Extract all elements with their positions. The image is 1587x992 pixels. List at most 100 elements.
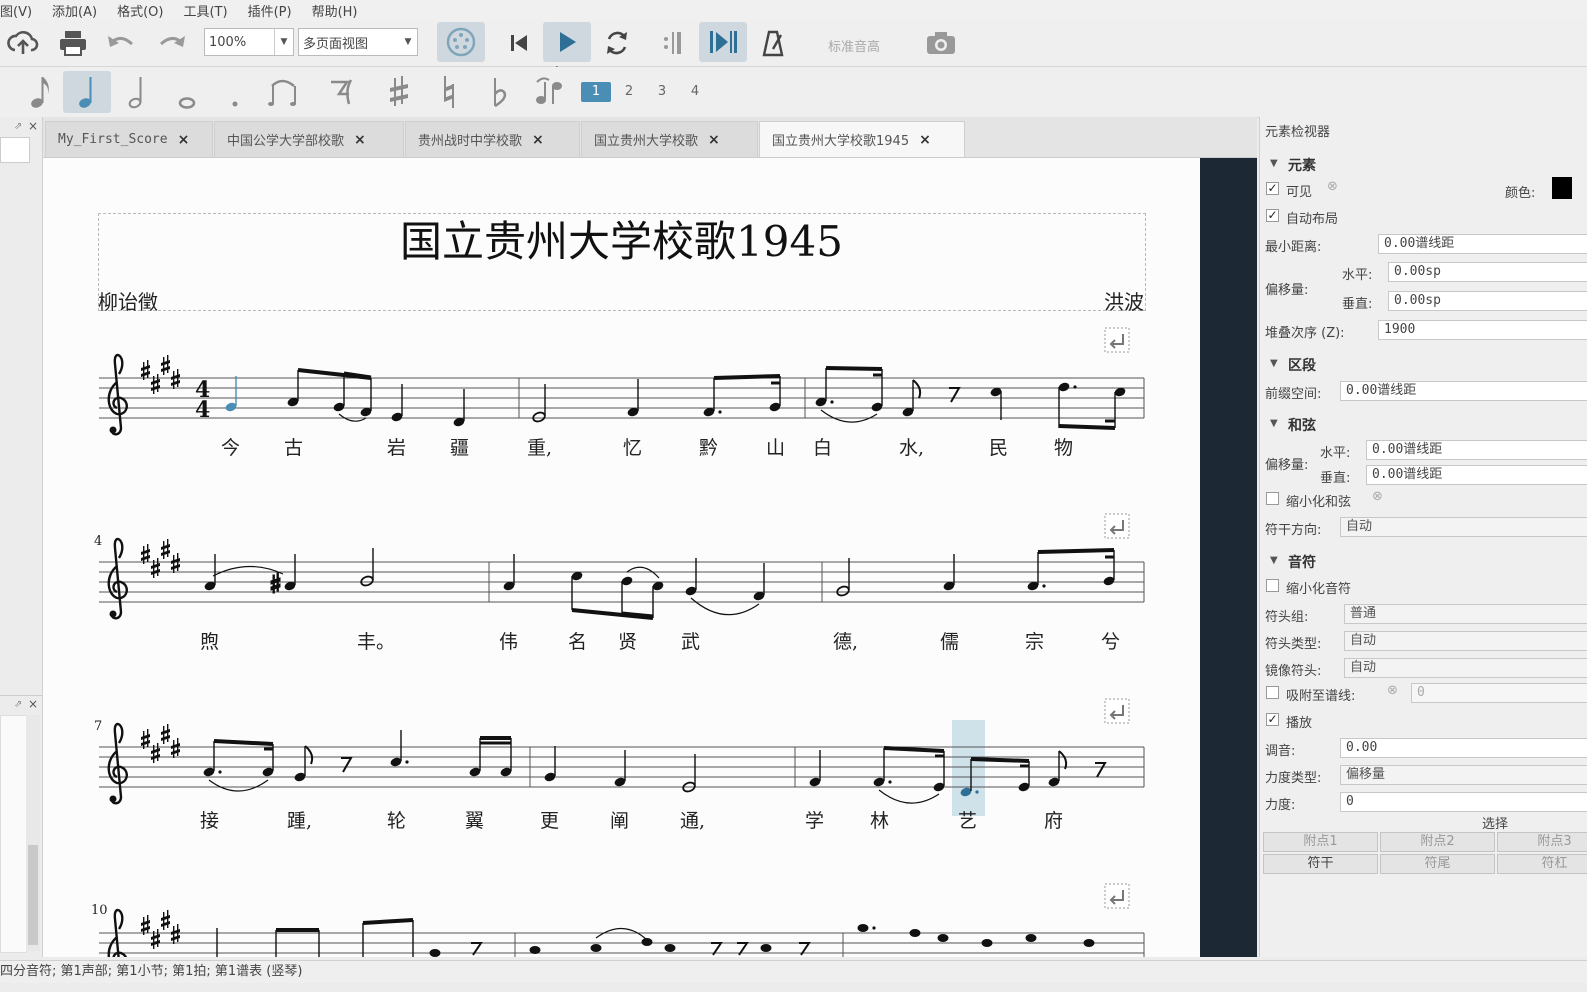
auto-layout-checkbox[interactable]: ✓	[1266, 209, 1279, 222]
loop-icon[interactable]	[600, 26, 634, 60]
collapse-triangle-icon[interactable]: ▼	[1270, 418, 1278, 429]
rewind-icon[interactable]	[502, 26, 536, 60]
vertical-offset-field[interactable]: 0.00sp	[1388, 291, 1587, 311]
tab-guizhou-daxue[interactable]: 国立贵州大学校歌 ×	[581, 121, 758, 157]
metronome-icon[interactable]	[756, 26, 790, 60]
section-element[interactable]: 元素	[1288, 155, 1316, 175]
menu-help[interactable]: 帮助(H)	[312, 1, 358, 20]
leading-space-field[interactable]: 0.00谱线距	[1340, 381, 1587, 401]
augmentation-dot-icon[interactable]	[216, 71, 254, 113]
close-icon[interactable]: ×	[178, 132, 190, 148]
print-icon[interactable]	[56, 26, 90, 60]
palette-list[interactable]	[0, 715, 27, 953]
velocity-type-combo[interactable]: 偏移量	[1340, 765, 1587, 785]
close-icon[interactable]: ×	[28, 119, 38, 133]
undo-icon[interactable]	[104, 26, 138, 60]
camera-icon[interactable]	[924, 26, 958, 60]
tab-zhongguo-gongxue[interactable]: 中国公学大学部校歌 ×	[214, 121, 404, 157]
select-dot3-button[interactable]: 附点3	[1497, 832, 1587, 852]
chord-horizontal-field[interactable]: 0.00谱线距	[1366, 440, 1587, 460]
select-dot1-button[interactable]: 附点1	[1263, 832, 1378, 852]
palette-search-field[interactable]	[0, 137, 30, 163]
snap-to-staff-checkbox[interactable]	[1266, 686, 1279, 699]
pan-score-button[interactable]	[699, 22, 747, 62]
float-icon[interactable]: ⇗	[14, 699, 22, 710]
reset-icon[interactable]: ⊗	[1387, 683, 1398, 698]
flip-direction-icon[interactable]	[530, 71, 570, 113]
tab-guizhou-daxue-1945[interactable]: 国立贵州大学校歌1945 ×	[759, 121, 965, 157]
menu-tools[interactable]: 工具(T)	[183, 1, 227, 20]
tab-my-first-score[interactable]: My_First_Score ×	[45, 121, 213, 157]
chord-horizontal-label: 水平:	[1320, 446, 1351, 461]
color-swatch[interactable]	[1552, 177, 1572, 199]
chord-vertical-field[interactable]: 0.00谱线距	[1366, 465, 1587, 485]
min-distance-field[interactable]: 0.00谱线距	[1378, 234, 1587, 254]
section-note[interactable]: 音符	[1288, 552, 1316, 572]
eighth-note-icon[interactable]	[22, 71, 60, 113]
zoom-combo[interactable]: 100% ▼	[204, 28, 294, 56]
select-hook-button[interactable]: 符尾	[1380, 854, 1495, 874]
section-chord[interactable]: 和弦	[1288, 415, 1316, 435]
score-notation[interactable]: 4 4 4 7 10 今 古 岩 疆 重, 忆 黔 山 白 水, 民 物 煦 丰…	[43, 158, 1200, 957]
stacking-order-field[interactable]: 1900	[1378, 320, 1587, 340]
collapse-triangle-icon[interactable]: ▼	[1270, 555, 1278, 566]
select-stem-button[interactable]: 符干	[1263, 854, 1378, 874]
float-icon[interactable]: ⇗	[14, 121, 22, 132]
collapse-triangle-icon[interactable]: ▼	[1270, 158, 1278, 169]
select-dot2-button[interactable]: 附点2	[1380, 832, 1495, 852]
collapse-triangle-icon[interactable]: ▼	[1270, 358, 1278, 369]
velocity-field[interactable]: 0	[1340, 792, 1587, 812]
view-mode-combo[interactable]: 多页面视图 ▼	[298, 28, 418, 56]
small-chord-checkbox[interactable]	[1266, 492, 1279, 505]
close-icon[interactable]: ×	[354, 132, 366, 148]
head-type-combo[interactable]: 自动	[1344, 631, 1587, 651]
voice-2-button[interactable]: 2	[614, 82, 644, 102]
cloud-upload-icon[interactable]	[6, 26, 40, 60]
whole-note-icon[interactable]	[168, 71, 206, 113]
play-checkbox[interactable]: ✓	[1266, 713, 1279, 726]
menu-plugins[interactable]: 插件(P)	[248, 1, 292, 20]
menu-format[interactable]: 格式(O)	[117, 1, 163, 20]
rest-icon[interactable]	[322, 71, 362, 113]
reset-icon[interactable]: ⊗	[1372, 489, 1383, 504]
play-button[interactable]	[543, 22, 591, 62]
half-note-icon[interactable]	[118, 71, 156, 113]
voice-3-button[interactable]: 3	[647, 82, 677, 102]
tab-guizhou-zhanshi[interactable]: 贵州战时中学校歌 ×	[405, 121, 580, 157]
tab-label: 国立贵州大学校歌1945	[772, 134, 910, 149]
redo-icon[interactable]	[155, 26, 189, 60]
voice-4-button[interactable]: 4	[680, 82, 710, 102]
concert-pitch-toggle[interactable]: 标准音高	[828, 36, 880, 55]
section-segment[interactable]: 区段	[1288, 355, 1316, 375]
small-note-checkbox[interactable]	[1266, 579, 1279, 592]
tuning-field[interactable]: 0.00	[1340, 738, 1587, 758]
close-icon[interactable]: ×	[28, 697, 38, 711]
voice-1-button[interactable]: 1	[581, 82, 611, 102]
chevron-down-icon[interactable]: ▼	[274, 29, 293, 55]
midi-input-button[interactable]	[437, 22, 485, 62]
score-page[interactable]: 国立贵州大学校歌1945 柳诒徵 洪波 4 4 4 7 10 今 古 岩 疆 重…	[43, 158, 1200, 957]
snap-to-staff-field[interactable]: 0	[1411, 683, 1587, 703]
close-icon[interactable]: ×	[919, 132, 931, 148]
reset-icon[interactable]: ⊗	[1327, 179, 1338, 194]
chevron-down-icon[interactable]: ▼	[399, 29, 417, 55]
natural-icon[interactable]	[430, 71, 468, 113]
scrollbar-thumb[interactable]	[28, 845, 38, 945]
flat-icon[interactable]	[480, 71, 518, 113]
quarter-note-button[interactable]	[63, 71, 111, 113]
tie-icon[interactable]	[264, 71, 304, 113]
stem-direction-combo[interactable]: 自动	[1340, 517, 1587, 537]
head-group-combo[interactable]: 普通	[1344, 604, 1587, 624]
sharp-icon[interactable]	[380, 71, 418, 113]
repeat-icon[interactable]	[654, 26, 688, 60]
horizontal-offset-field[interactable]: 0.00sp	[1388, 262, 1587, 282]
close-icon[interactable]: ×	[708, 132, 720, 148]
select-beam-button[interactable]: 符杠	[1497, 854, 1587, 874]
menu-add[interactable]: 添加(A)	[52, 1, 97, 20]
close-icon[interactable]: ×	[532, 132, 544, 148]
mirror-head-combo[interactable]: 自动	[1344, 658, 1587, 678]
measure-number-4: 4	[94, 534, 102, 549]
menu-view[interactable]: 图(V)	[0, 1, 32, 20]
scrollbar[interactable]	[26, 715, 40, 951]
visible-checkbox[interactable]: ✓	[1266, 182, 1279, 195]
